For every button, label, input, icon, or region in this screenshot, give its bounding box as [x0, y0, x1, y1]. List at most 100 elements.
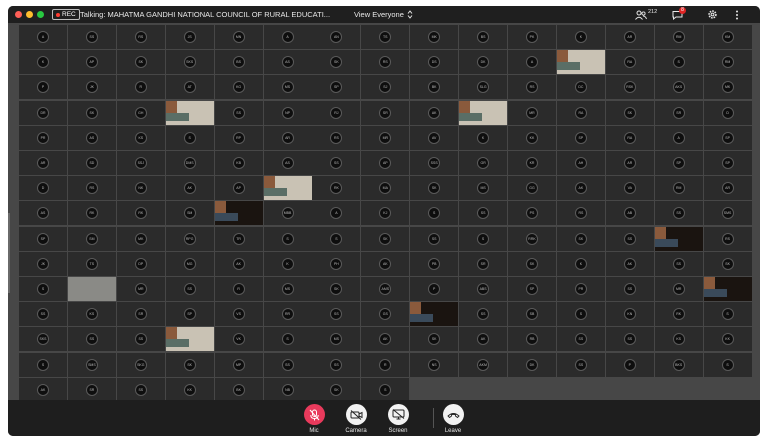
participant-video-tile[interactable]	[410, 302, 459, 327]
participant-tile[interactable]: GH	[116, 100, 165, 125]
participant-tile[interactable]: AN	[312, 25, 361, 49]
participant-tile[interactable]: GR	[459, 151, 508, 175]
participant-tile[interactable]: BS	[459, 25, 508, 49]
participant-tile[interactable]: AS	[67, 125, 116, 150]
participant-tile[interactable]: AR	[703, 176, 752, 201]
participant-tile[interactable]: AT	[165, 75, 214, 100]
participant-tile[interactable]: RM	[654, 176, 703, 201]
participant-tile[interactable]: S	[263, 226, 312, 251]
participant-tile[interactable]: KB	[214, 151, 263, 175]
participant-tile[interactable]: D	[19, 176, 67, 201]
participant-tile[interactable]: RS	[508, 75, 556, 100]
participant-tile[interactable]: SS	[556, 352, 605, 377]
participant-tile[interactable]: AK	[556, 176, 605, 201]
participant-tile[interactable]: MK	[116, 226, 165, 251]
participant-tile[interactable]: SK	[556, 226, 605, 251]
participant-tile[interactable]: RR	[263, 302, 312, 327]
participant-tile[interactable]: BS	[214, 50, 263, 75]
participant-tile[interactable]: SS	[67, 25, 116, 49]
participant-tile[interactable]: SR	[654, 100, 703, 125]
participant-tile[interactable]: RS	[703, 226, 752, 251]
participant-tile[interactable]: MG	[165, 251, 214, 276]
settings-button[interactable]	[707, 8, 718, 21]
participant-tile[interactable]: AS	[19, 201, 67, 226]
participant-tile[interactable]: MN	[214, 25, 263, 49]
participant-tile[interactable]: KS	[116, 125, 165, 150]
participant-tile[interactable]: SR	[116, 302, 165, 327]
participant-tile[interactable]: RA	[605, 125, 654, 150]
participant-tile[interactable]: RS	[361, 50, 410, 75]
participant-tile[interactable]: SK	[605, 100, 654, 125]
participant-tile[interactable]: AS	[263, 151, 312, 175]
participant-tile[interactable]: MK	[410, 25, 459, 49]
participant-tile[interactable]: D	[703, 100, 752, 125]
participant-tile[interactable]: PK	[508, 25, 556, 49]
participant-tile[interactable]: SS	[165, 277, 214, 301]
participant-tile[interactable]: SB	[508, 302, 556, 327]
participant-tile[interactable]: SK	[165, 352, 214, 377]
participant-tile[interactable]: RM	[703, 50, 752, 75]
participant-tile[interactable]: AP	[67, 50, 116, 75]
participant-tile[interactable]: PS	[508, 201, 556, 226]
participant-tile[interactable]: SKS	[19, 327, 67, 352]
participant-tile[interactable]: SK	[703, 251, 752, 276]
participant-tile[interactable]: DC	[556, 75, 605, 100]
participant-tile[interactable]: K	[263, 251, 312, 276]
participant-tile[interactable]: TS	[361, 25, 410, 49]
camera-button[interactable]: Camera	[336, 404, 376, 434]
participant-tile[interactable]: P	[605, 352, 654, 377]
participant-tile[interactable]: S	[703, 352, 752, 377]
participant-tile[interactable]: SD	[67, 151, 116, 175]
participant-tile[interactable]: AP	[361, 151, 410, 175]
participant-tile[interactable]: A	[508, 50, 556, 75]
participant-tile[interactable]: BK	[410, 75, 459, 100]
participant-tile[interactable]: KR	[508, 151, 556, 175]
participant-tile[interactable]: AK	[361, 251, 410, 276]
participant-tile[interactable]: SS	[116, 327, 165, 352]
participant-tile[interactable]: SP	[556, 125, 605, 150]
participant-tile[interactable]: SKS	[165, 50, 214, 75]
participant-tile[interactable]: KS	[67, 302, 116, 327]
screen-share-toggle[interactable]	[387, 404, 409, 425]
participant-video-tile[interactable]	[459, 100, 508, 125]
participant-video-tile[interactable]	[703, 277, 752, 301]
participant-tile[interactable]: KK	[508, 125, 556, 150]
participant-tile[interactable]: KS	[654, 327, 703, 352]
participant-tile[interactable]: GS	[361, 302, 410, 327]
participant-tile[interactable]: SP	[508, 277, 556, 301]
participant-tile[interactable]: NB	[263, 377, 312, 402]
participant-tile[interactable]: DK	[459, 50, 508, 75]
participant-tile[interactable]: AK	[214, 251, 263, 276]
participant-tile[interactable]: DS	[410, 50, 459, 75]
participant-tile[interactable]: SS	[19, 302, 67, 327]
participant-tile[interactable]: NS	[410, 352, 459, 377]
participant-tile[interactable]: S	[312, 226, 361, 251]
participant-tile[interactable]: S	[263, 327, 312, 352]
camera-toggle[interactable]	[345, 404, 367, 425]
participant-tile[interactable]: DMS	[165, 151, 214, 175]
participant-tile[interactable]: K	[459, 125, 508, 150]
participant-tile[interactable]: BK	[214, 377, 263, 402]
minimize-window-button[interactable]	[26, 11, 33, 18]
screen-share-button[interactable]: Screen	[378, 404, 418, 434]
participant-tile[interactable]: AKS	[654, 75, 703, 100]
participant-tile[interactable]: SS	[654, 251, 703, 276]
participant-tile[interactable]: SS	[312, 302, 361, 327]
participant-tile[interactable]: S	[459, 226, 508, 251]
participant-video-tile[interactable]	[214, 201, 263, 226]
participant-tile[interactable]: SP	[312, 75, 361, 100]
participant-tile[interactable]: MS	[459, 176, 508, 201]
participant-tile[interactable]: SS	[605, 277, 654, 301]
participant-tile[interactable]: SP	[165, 302, 214, 327]
participant-tile[interactable]: SR	[361, 100, 410, 125]
participant-tile[interactable]: RK	[116, 201, 165, 226]
participant-tile[interactable]: SS	[67, 327, 116, 352]
participant-tile[interactable]: SS	[605, 226, 654, 251]
participant-tile[interactable]: P	[410, 277, 459, 301]
participant-tile[interactable]: SS	[116, 377, 165, 402]
participant-tile[interactable]: TR	[214, 226, 263, 251]
participant-tile[interactable]: BKS	[654, 352, 703, 377]
participant-tile[interactable]: RRK	[508, 226, 556, 251]
participant-tile[interactable]: PB	[410, 251, 459, 276]
participant-tile[interactable]: K	[556, 251, 605, 276]
